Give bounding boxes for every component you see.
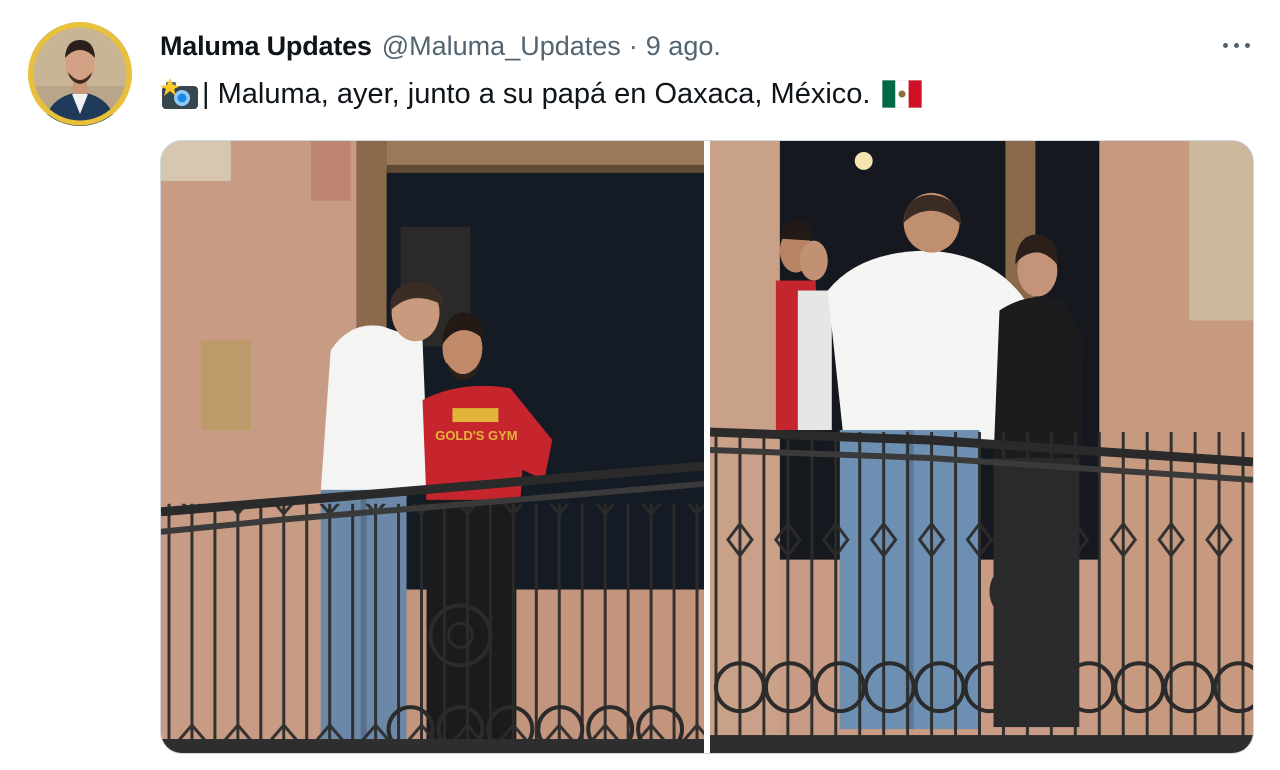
photo-left-image: GOLD'S GYM xyxy=(161,141,704,753)
balcony-photo-left[interactable]: GOLD'S GYM xyxy=(161,141,704,753)
separator-dot: · xyxy=(628,30,638,61)
more-options-button[interactable] xyxy=(1212,32,1260,58)
balcony-photo-right[interactable] xyxy=(710,141,1253,753)
tweet-text: | Maluma, ayer, junto a su papá en Oaxac… xyxy=(160,74,923,114)
author-name[interactable]: Maluma Updates xyxy=(160,31,372,62)
shirt-print: GOLD'S GYM xyxy=(435,428,517,443)
tweet-timestamp[interactable]: 9 ago. xyxy=(646,31,721,62)
tweet-header: Maluma Updates @Maluma_Updates · 9 ago. xyxy=(160,28,721,64)
author-avatar[interactable] xyxy=(28,22,132,126)
tweet-body: | Maluma, ayer, junto a su papá en Oaxac… xyxy=(202,77,871,110)
camera-with-flash-icon xyxy=(160,78,198,109)
photo-right-image xyxy=(710,141,1253,753)
author-handle[interactable]: @Maluma_Updates xyxy=(382,31,621,62)
more-options-icon xyxy=(1222,42,1228,48)
mexico-flag-icon xyxy=(882,80,923,108)
tweet-media-grid: GOLD'S GYM xyxy=(160,140,1254,754)
avatar-image xyxy=(28,22,132,126)
